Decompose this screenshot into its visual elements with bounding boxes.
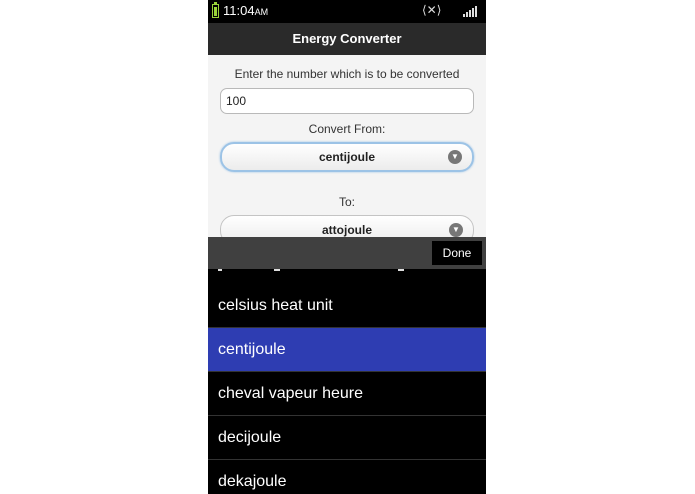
picker-item[interactable]: decijoule — [208, 416, 486, 460]
number-prompt-label: Enter the number which is to be converte… — [234, 67, 460, 81]
convert-from-label: Convert From: — [308, 122, 386, 136]
picker-item[interactable]: celsius heat unit — [208, 284, 486, 328]
picker-item[interactable]: cheval vapeur heure — [208, 372, 486, 416]
convert-to-label: To: — [338, 195, 355, 209]
chevron-down-icon: ▼ — [449, 223, 463, 237]
convert-from-select[interactable]: centijoule ▼ — [220, 142, 474, 172]
convert-from-value: centijoule — [318, 150, 375, 164]
number-input[interactable]: 100 — [220, 88, 474, 114]
convert-to-value: attojoule — [322, 223, 372, 237]
status-time: 11:04AM — [223, 3, 268, 18]
done-button[interactable]: Done — [432, 241, 482, 265]
signal-icon — [463, 6, 477, 17]
picker-toolbar: Done — [208, 237, 486, 269]
sync-icon: ⟨✕⟩ — [422, 3, 442, 17]
status-time-ampm: AM — [254, 7, 269, 17]
status-bar: 11:04AM ⟨✕⟩ — [208, 0, 486, 23]
app-title: Energy Converter — [208, 23, 486, 55]
picker-item-selected[interactable]: centijoule — [208, 328, 486, 372]
status-time-value: 11:04 — [223, 3, 255, 18]
phone-screen: 11:04AM ⟨✕⟩ Energy Converter Enter the n… — [208, 0, 486, 494]
battery-icon — [212, 2, 219, 18]
picker-item-partial — [208, 269, 486, 277]
chevron-down-icon: ▼ — [448, 150, 462, 164]
picker-item[interactable]: dekajoule — [208, 460, 486, 494]
picker-list[interactable]: celsius heat unit centijoule cheval vape… — [208, 269, 486, 494]
